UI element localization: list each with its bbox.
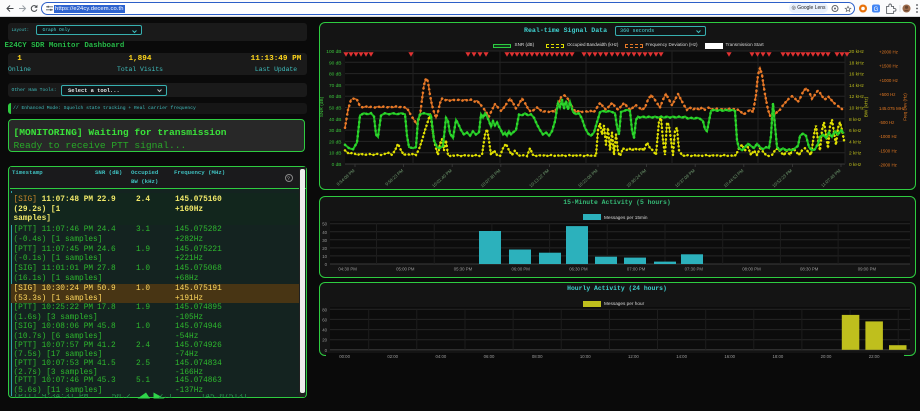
svg-text:20:00: 20:00 <box>821 354 832 359</box>
svg-text:10:00: 10:00 <box>580 354 591 359</box>
svg-text:14:00: 14:00 <box>676 354 687 359</box>
svg-text:60: 60 <box>322 317 327 322</box>
svg-text:80: 80 <box>322 307 327 312</box>
svg-text:04:00: 04:00 <box>436 354 447 359</box>
svg-text:20: 20 <box>322 338 327 343</box>
svg-text:16:00: 16:00 <box>724 354 735 359</box>
svg-text:22:00: 22:00 <box>869 354 880 359</box>
svg-text:40: 40 <box>322 328 327 333</box>
svg-text:00:00: 00:00 <box>339 354 350 359</box>
svg-text:06:00: 06:00 <box>484 354 495 359</box>
svg-text:18:00: 18:00 <box>773 354 784 359</box>
svg-text:12:00: 12:00 <box>628 354 639 359</box>
svg-text:0: 0 <box>325 348 328 353</box>
svg-text:02:00: 02:00 <box>387 354 398 359</box>
svg-text:08:00: 08:00 <box>532 354 543 359</box>
